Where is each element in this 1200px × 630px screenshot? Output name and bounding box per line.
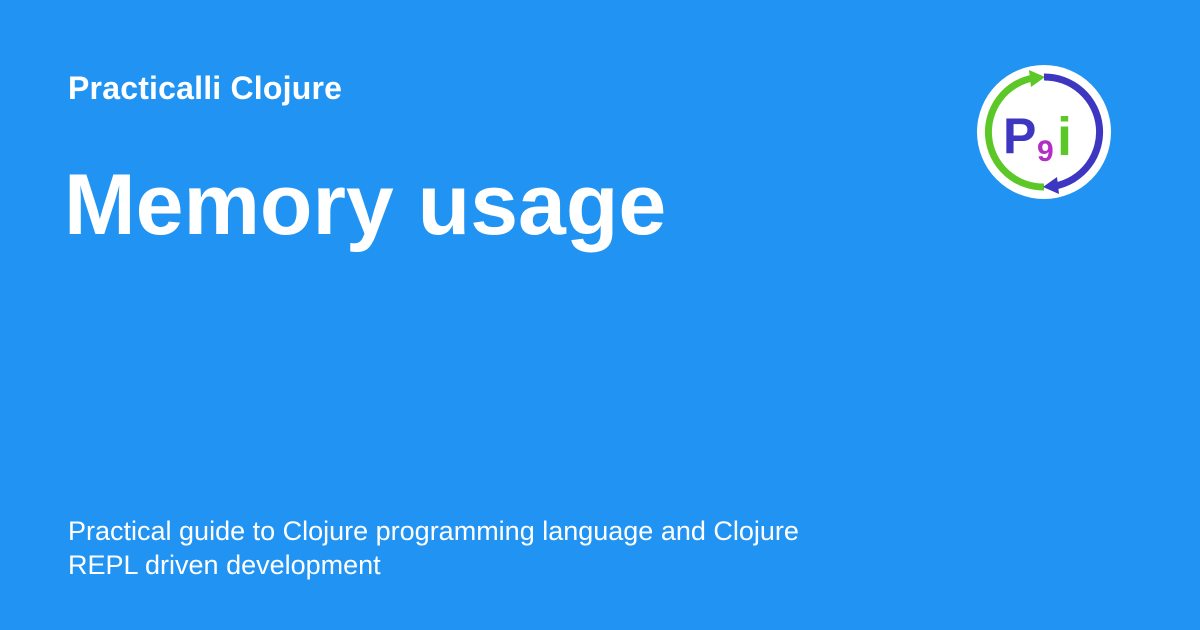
description-line-2: REPL driven development — [68, 550, 381, 580]
page-title: Memory usage — [64, 157, 667, 253]
logo-letter-i: i — [1057, 107, 1072, 167]
description-line-1: Practical guide to Clojure programming l… — [68, 516, 799, 546]
site-name: Practicalli Clojure — [68, 70, 343, 106]
logo-letter-nine: 9 — [1037, 135, 1054, 168]
social-card: Practicalli Clojure Memory usage Practic… — [0, 0, 1200, 630]
practicalli-logo-icon: P 9 i — [975, 63, 1113, 201]
page-description: Practical guide to Clojure programming l… — [68, 514, 868, 582]
logo-letter-p: P — [1003, 108, 1036, 164]
